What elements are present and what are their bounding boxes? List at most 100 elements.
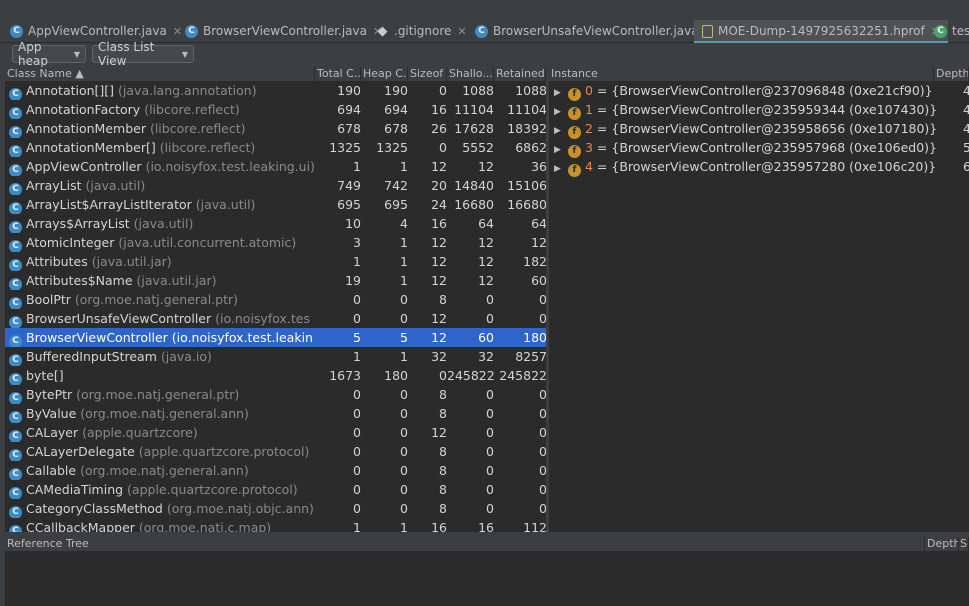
total-cell: 1 bbox=[353, 520, 361, 532]
table-row[interactable]: C ByValue (org.moe.natj.general.ann) 0 0 8 0 0 bbox=[5, 404, 546, 423]
expand-arrow-icon[interactable]: ▶ bbox=[554, 160, 568, 179]
heap-select[interactable]: App heap ▼ bbox=[12, 40, 86, 68]
instance-depth: 5 bbox=[963, 140, 969, 155]
class-name: BufferedInputStream bbox=[26, 349, 157, 364]
table-row[interactable]: C BrowserViewController (io.noisyfox.test… bbox=[5, 328, 546, 347]
view-select[interactable]: Class List View ▼ bbox=[92, 40, 194, 68]
class-name-cell: C CategoryClassMethod (org.moe.natj.objc.… bbox=[9, 499, 315, 518]
table-row[interactable]: C BoolPtr (org.moe.natj.general.ptr) 0 0 8 0 0 bbox=[5, 290, 546, 309]
table-row[interactable]: C BufferedInputStream (java.io) 1 1 32 32 8257 bbox=[5, 347, 546, 366]
table-row[interactable]: C AppViewController (io.noisyfox.test.lea… bbox=[5, 157, 546, 176]
total-cell: 5 bbox=[353, 330, 361, 345]
table-row[interactable]: C AtomicInteger (java.util.concurrent.ato… bbox=[5, 233, 546, 252]
instance-row[interactable]: ▶ f 0 = {BrowserViewController@237096848 (… bbox=[549, 81, 969, 101]
table-row[interactable]: C ArrayList$ArrayListIterator (java.util)… bbox=[5, 195, 546, 214]
table-row[interactable]: C BrowserUnsafeViewController (io.noisyfo… bbox=[5, 309, 546, 328]
col-header-sizeof[interactable]: Sizeof bbox=[408, 67, 447, 81]
col-header-depth[interactable]: Depth bbox=[934, 67, 969, 81]
instance-value: = {BrowserViewController@235959344 (0xe1… bbox=[592, 102, 938, 117]
class-name: CCallbackMapper bbox=[26, 520, 135, 532]
field-icon: f bbox=[568, 164, 581, 177]
table-row[interactable]: C Callable (org.moe.natj.general.ann) 0 0 8 0… bbox=[5, 461, 546, 480]
table-row[interactable]: C AnnotationFactory (libcore.reflect) 694 6… bbox=[5, 100, 546, 119]
class-icon: C bbox=[9, 259, 22, 271]
table-row[interactable]: C Arrays$ArrayList (java.util) 10 4 16 64 64 bbox=[5, 214, 546, 233]
sizeof-cell: 16 bbox=[431, 102, 447, 117]
tab-gitignore[interactable]: ◆ .gitignore ✕ bbox=[376, 20, 467, 42]
tab-hprof-dump[interactable]: MOE-Dump-1497925632251.hprof ✕ bbox=[694, 20, 948, 43]
class-package: (apple.quartzcore.protocol) bbox=[138, 444, 310, 459]
class-name: CALayerDelegate bbox=[26, 444, 135, 459]
instance-row[interactable]: ▶ f 2 = {BrowserViewController@235958656 (… bbox=[549, 119, 969, 139]
col-header-reference-tree[interactable]: Reference Tree bbox=[5, 537, 925, 551]
class-package: (org.moe.natj.general.ann) bbox=[80, 463, 249, 478]
instance-table: Instance Depth ▶ f 0 = {BrowserViewControl… bbox=[549, 67, 969, 532]
sizeof-cell: 8 bbox=[439, 292, 447, 307]
tab-browserviewcontroller[interactable]: C BrowserViewController.java ✕ bbox=[185, 20, 382, 42]
heap-cell: 0 bbox=[400, 444, 408, 459]
tab-appviewcontroller[interactable]: C AppViewController.java ✕ bbox=[10, 20, 182, 42]
total-cell: 19 bbox=[345, 273, 361, 288]
retained-cell: 0 bbox=[539, 311, 546, 326]
class-name-cell: C AppViewController (io.noisyfox.test.lea… bbox=[9, 157, 315, 176]
table-row[interactable]: C Attributes$Name (java.util.jar) 19 1 12 12 6… bbox=[5, 271, 546, 290]
tab-test[interactable]: C tes bbox=[934, 20, 969, 42]
col-header-heap-count[interactable]: Heap C... bbox=[361, 67, 408, 81]
col-header-retained-size[interactable]: Retained... bbox=[494, 67, 546, 81]
instance-row[interactable]: ▶ f 4 = {BrowserViewController@235957280 (… bbox=[549, 157, 969, 179]
class-name-cell: C Arrays$ArrayList (java.util) bbox=[9, 214, 315, 233]
sizeof-cell: 8 bbox=[439, 501, 447, 516]
reference-tree-table: Reference Tree Depth Sh bbox=[5, 537, 969, 606]
total-cell: 1673 bbox=[329, 368, 361, 383]
class-package: (java.io) bbox=[160, 349, 212, 364]
table-row[interactable]: C CCallbackMapper (org.moe.natj.c.map) 1 1 1… bbox=[5, 518, 546, 532]
class-package: (org.moe.natj.c.map) bbox=[138, 520, 272, 532]
retained-cell: 8257 bbox=[515, 349, 546, 364]
total-cell: 1 bbox=[353, 159, 361, 174]
table-row[interactable]: C BytePtr (org.moe.natj.general.ptr) 0 0 8 0 0 bbox=[5, 385, 546, 404]
shallow-cell: 245822 bbox=[447, 368, 494, 383]
close-icon[interactable]: ✕ bbox=[457, 25, 466, 38]
table-row[interactable]: C AnnotationMember[] (libcore.reflect) 132… bbox=[5, 138, 546, 157]
table-row[interactable]: C CAMediaTiming (apple.quartzcore.protoco… bbox=[5, 480, 546, 499]
class-name-cell: C AnnotationMember[] (libcore.reflect) bbox=[9, 138, 315, 157]
shallow-cell: 11104 bbox=[454, 102, 494, 117]
col-header-ref-depth[interactable]: Depth bbox=[925, 537, 959, 551]
tab-label: BrowserUnsafeViewController.java bbox=[493, 24, 699, 38]
close-icon[interactable]: ✕ bbox=[173, 25, 182, 38]
col-header-shallow-size[interactable]: Shallo... bbox=[447, 67, 494, 81]
table-row[interactable]: C CategoryClassMethod (org.moe.natj.objc.… bbox=[5, 499, 546, 518]
class-name: CAMediaTiming bbox=[26, 482, 124, 497]
class-package: (org.moe.natj.general.ptr) bbox=[76, 387, 240, 402]
table-row[interactable]: C CALayer (apple.quartzcore) 0 0 12 0 0 bbox=[5, 423, 546, 442]
col-header-total-count[interactable]: Total C... bbox=[315, 67, 361, 81]
shallow-cell: 0 bbox=[486, 444, 494, 459]
table-row[interactable]: C Attributes (java.util.jar) 1 1 12 12 182 bbox=[5, 252, 546, 271]
retained-cell: 16680 bbox=[507, 197, 546, 212]
class-package: (java.util) bbox=[133, 216, 194, 231]
table-row[interactable]: C ArrayList (java.util) 749 742 20 14840 15106 bbox=[5, 176, 546, 195]
tab-browserunsafeviewcontroller[interactable]: C BrowserUnsafeViewController.java ✕ bbox=[475, 20, 714, 42]
table-row[interactable]: C CALayerDelegate (apple.quartzcore.proto… bbox=[5, 442, 546, 461]
instance-row[interactable]: ▶ f 1 = {BrowserViewController@235959344 (… bbox=[549, 100, 969, 120]
shallow-cell: 0 bbox=[486, 311, 494, 326]
retained-cell: 182 bbox=[523, 254, 546, 269]
retained-cell: 36 bbox=[531, 159, 546, 174]
table-row[interactable]: Cbyte[] 1673 180 0 245822 245822 bbox=[5, 366, 546, 385]
table-row[interactable]: C Annotation[][] (java.lang.annotation) 19… bbox=[5, 81, 546, 100]
col-header-class-name[interactable]: Class Name ▲ bbox=[5, 67, 315, 81]
col-header-instance[interactable]: Instance bbox=[549, 67, 934, 81]
heap-cell: 1 bbox=[400, 235, 408, 250]
heap-cell: 0 bbox=[400, 482, 408, 497]
heap-cell: 5 bbox=[400, 330, 408, 345]
total-cell: 1325 bbox=[329, 140, 361, 155]
class-list-table: Class Name ▲ Total C... Heap C... Sizeof… bbox=[5, 67, 546, 532]
instance-row[interactable]: ▶ f 3 = {BrowserViewController@235957968 (… bbox=[549, 138, 969, 158]
total-cell: 1 bbox=[353, 349, 361, 364]
class-icon: C bbox=[9, 487, 22, 499]
chevron-down-icon: ▼ bbox=[181, 49, 188, 59]
col-header-ref-shallow[interactable]: Sh bbox=[959, 537, 969, 551]
table-row[interactable]: C AnnotationMember (libcore.reflect) 678 67… bbox=[5, 119, 546, 138]
retained-cell: 11104 bbox=[507, 102, 546, 117]
class-icon: C bbox=[9, 316, 22, 328]
